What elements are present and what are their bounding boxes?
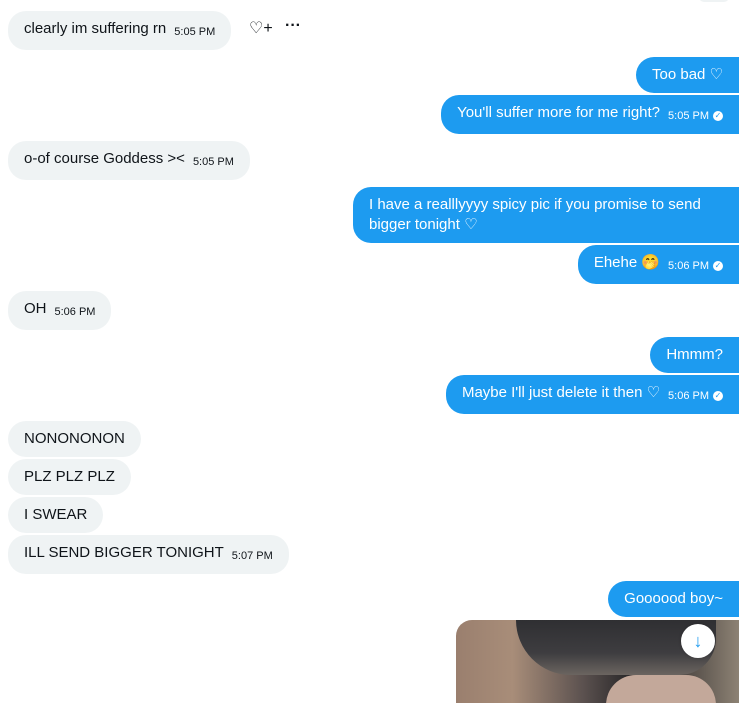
message-text: clearly im suffering rn	[24, 20, 167, 37]
message-bubble-incoming[interactable]: o-of course Goddess >< 5:05 PM	[8, 141, 250, 180]
check-icon: ✓	[713, 391, 723, 401]
message-text: You'll suffer more for me right?	[457, 104, 661, 121]
message-time: 5:05 PM	[192, 156, 234, 168]
message-text: Hmmm?	[666, 346, 723, 363]
previous-message-edge	[699, 0, 729, 2]
message-text: OH	[24, 300, 47, 317]
message-bubble-outgoing[interactable]: Hmmm?	[650, 337, 739, 373]
message-time: 5:06 PM	[54, 306, 96, 318]
message-bubble-outgoing[interactable]: Ehehe 🤭 5:06 PM ✓	[577, 245, 739, 284]
message-text: PLZ PLZ PLZ	[24, 468, 115, 485]
image-attachment[interactable]: ↓	[456, 620, 739, 703]
message-text-line: I have a realllyyyy spicy pic if you pro…	[369, 196, 701, 213]
message-bubble-incoming[interactable]: PLZ PLZ PLZ	[8, 459, 131, 495]
message-text: Ehehe 🤭	[593, 254, 661, 271]
message-time: 5:06 PM	[668, 390, 709, 402]
message-bubble-incoming[interactable]: ILL SEND BIGGER TONIGHT 5:07 PM	[8, 535, 289, 574]
message-text: Goooood boy~	[624, 590, 723, 607]
message-bubble-incoming[interactable]: I SWEAR	[8, 497, 104, 533]
message-bubble-outgoing[interactable]: Too bad ♡	[636, 57, 739, 93]
message-bubble-incoming[interactable]: clearly im suffering rn 5:05 PM	[8, 11, 232, 50]
message-text: ILL SEND BIGGER TONIGHT	[24, 544, 224, 561]
message-time: 5:07 PM	[231, 550, 273, 562]
message-bubble-incoming[interactable]: OH 5:06 PM	[8, 291, 112, 330]
message-bubble-outgoing[interactable]: Goooood boy~	[608, 581, 739, 617]
message-bubble-outgoing[interactable]: I have a realllyyyy spicy pic if you pro…	[353, 187, 739, 243]
check-icon: ✓	[713, 261, 723, 271]
message-text: I SWEAR	[24, 506, 88, 523]
message-bubble-incoming[interactable]: NONONONON	[8, 421, 141, 457]
message-text: NONONONON	[24, 430, 125, 447]
message-text: Too bad ♡	[652, 66, 723, 83]
message-time: 5:05 PM	[174, 26, 216, 38]
message-text-line: bigger tonight ♡	[369, 216, 478, 233]
download-icon[interactable]: ↓	[681, 624, 715, 658]
photo-face-shape	[606, 675, 716, 703]
message-time: 5:06 PM	[668, 260, 709, 272]
heart-plus-icon[interactable]: ♡+	[249, 18, 273, 38]
more-icon[interactable]: ···	[285, 17, 301, 35]
message-text: Maybe I'll just delete it then ♡	[461, 384, 661, 401]
message-text: o-of course Goddess ><	[24, 150, 185, 167]
message-bubble-outgoing[interactable]: Maybe I'll just delete it then ♡ 5:06 PM ✓	[445, 375, 739, 414]
message-bubble-outgoing[interactable]: You'll suffer more for me right? 5:05 PM ✓	[441, 95, 739, 134]
check-icon: ✓	[713, 111, 723, 121]
message-time: 5:05 PM	[668, 110, 709, 122]
